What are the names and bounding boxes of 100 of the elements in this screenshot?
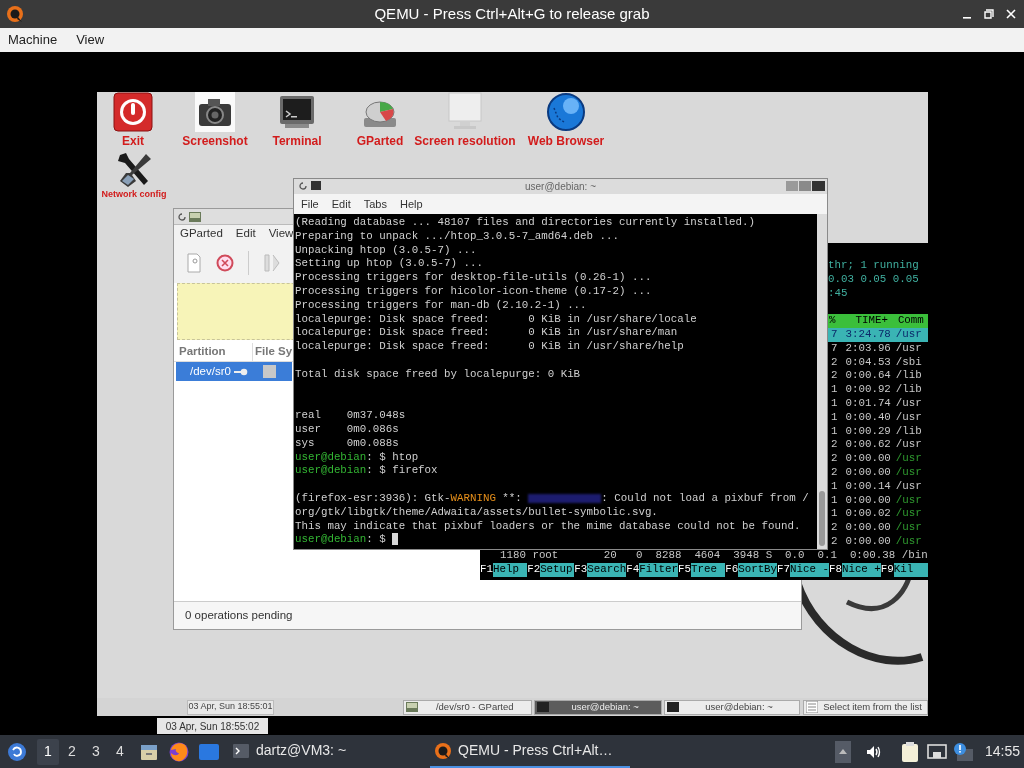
table-cell: /usr bbox=[895, 410, 922, 425]
task-button[interactable]: user@debian: ~ bbox=[663, 699, 801, 715]
menu-item[interactable]: View bbox=[268, 225, 294, 243]
table-cell: 2 bbox=[831, 452, 838, 466]
column-header[interactable]: % bbox=[829, 314, 836, 328]
task-button[interactable]: Select item from the list bbox=[803, 699, 928, 715]
menu-item[interactable]: File bbox=[301, 195, 319, 213]
load-text: :45 bbox=[828, 286, 849, 301]
function-key-button[interactable]: Nice + bbox=[841, 562, 881, 577]
camera-icon[interactable] bbox=[195, 92, 235, 132]
function-key-button[interactable]: Search bbox=[587, 562, 627, 577]
column-header[interactable]: Partition bbox=[174, 343, 253, 361]
restore-icon[interactable] bbox=[982, 7, 996, 21]
table-cell: /usr bbox=[895, 341, 922, 356]
table-cell: 1 bbox=[831, 479, 838, 494]
terminal-line: Processing triggers for hicolor-icon-theme (0.17-2) ... bbox=[295, 285, 653, 299]
globe-icon[interactable] bbox=[546, 92, 586, 132]
desktop-icon-label[interactable]: Web Browser bbox=[527, 134, 605, 148]
menu-item[interactable]: View bbox=[76, 30, 105, 50]
window-icon[interactable] bbox=[198, 742, 220, 761]
power-icon[interactable] bbox=[113, 92, 153, 132]
terminal-line: localepurge: Disk space freed: 0 KiB in /usr/share/locale bbox=[295, 312, 698, 327]
table-cell: 3:24.78 bbox=[845, 328, 891, 342]
menu-item[interactable]: Help bbox=[399, 195, 423, 213]
task-button[interactable]: /dev/sr0 - GParted bbox=[403, 699, 533, 715]
delete-icon[interactable] bbox=[216, 254, 234, 272]
desktop-icon-label[interactable]: Exit bbox=[122, 134, 144, 148]
table-cell: /usr bbox=[895, 507, 922, 522]
workspace-button[interactable]: 2 bbox=[61, 738, 83, 765]
desktop-icon-label[interactable]: Network config bbox=[101, 189, 167, 200]
workspace-button[interactable]: 4 bbox=[109, 738, 131, 765]
terminal-line: user@debian: $ bbox=[295, 533, 817, 548]
table-cell: /usr bbox=[895, 328, 922, 342]
expand-tray-icon[interactable] bbox=[834, 740, 851, 763]
table-cell: 0:00.14 bbox=[845, 479, 891, 494]
terminal-icon bbox=[232, 741, 250, 760]
terminal-line: (firefox-esr:3936): Gtk-WARNING **: : Could not load a pixbuf from / bbox=[295, 491, 810, 506]
notification-icon[interactable] bbox=[952, 741, 975, 762]
scrollbar[interactable] bbox=[817, 214, 827, 549]
load-text: thr; 1 running bbox=[828, 259, 920, 273]
menu-item[interactable]: Edit bbox=[331, 195, 351, 213]
table-cell-text: /dev/sr0 bbox=[190, 363, 231, 379]
menu-item[interactable]: Edit bbox=[235, 225, 256, 243]
table-cell: 2 bbox=[831, 355, 838, 370]
table-cell: 0:00.92 bbox=[845, 383, 891, 397]
terminal-line: sys 0m0.088s bbox=[295, 436, 400, 451]
swirl-icon bbox=[177, 211, 187, 222]
table-cell: 2 bbox=[831, 534, 838, 549]
terminal-line: user@debian: $ htop bbox=[295, 450, 420, 465]
table-row[interactable]: /dev/sr0 bbox=[176, 362, 292, 381]
table-cell: /usr bbox=[895, 534, 922, 549]
window-title: user@debian: ~ bbox=[525, 180, 596, 194]
desktop-icon-label[interactable]: Terminal bbox=[272, 134, 322, 148]
desktop-icon-label[interactable]: GParted bbox=[356, 134, 404, 148]
workspace-button[interactable]: 1 bbox=[37, 738, 59, 765]
workspace-button[interactable]: 3 bbox=[85, 738, 107, 765]
desktop-icon-label[interactable]: Screenshot bbox=[182, 134, 248, 148]
process-row[interactable]: 1180 root 20 0 8288 4604 3948 S 0.0 0.1 0:00.38 /bin bbox=[480, 548, 928, 563]
table-cell: 0:00.00 bbox=[845, 534, 891, 549]
function-key-button[interactable]: Nice - bbox=[790, 562, 829, 577]
taskbar-task[interactable]: dartz@VM3: ~ bbox=[228, 735, 351, 768]
browser-icon[interactable] bbox=[168, 740, 190, 763]
table-cell: /usr bbox=[895, 521, 922, 535]
menu-item[interactable]: Tabs bbox=[363, 195, 387, 213]
table-cell: 1 bbox=[831, 507, 838, 522]
terminal-line: Processing triggers for man-db (2.10.2-1) ... bbox=[295, 298, 588, 313]
table-cell: 0:00.40 bbox=[845, 410, 891, 425]
function-key-button[interactable]: Tree bbox=[691, 562, 726, 577]
terminal-line: Total disk space freed by localepurge: 0 KiB bbox=[295, 367, 582, 382]
column-header[interactable]: TIME+ bbox=[855, 314, 888, 328]
table-cell: 2:03.96 bbox=[845, 341, 891, 356]
desktop-icon-label[interactable]: Screen resolution bbox=[414, 134, 516, 148]
terminal-line: Processing triggers for desktop-file-utils (0.26-1) ... bbox=[295, 271, 653, 285]
window-icon bbox=[406, 702, 419, 712]
key-icon bbox=[233, 367, 248, 376]
clipboard-icon[interactable] bbox=[900, 740, 919, 763]
color-swatch bbox=[262, 365, 276, 378]
table-cell: 0:00.00 bbox=[845, 493, 891, 508]
function-key-button[interactable]: Setup bbox=[540, 562, 575, 577]
column-header[interactable]: File Sy bbox=[253, 343, 291, 361]
function-key-button[interactable]: Filter bbox=[639, 562, 679, 577]
close-icon[interactable] bbox=[1004, 7, 1018, 21]
function-key-button[interactable]: Kil bbox=[893, 562, 928, 577]
table-cell: 1 bbox=[831, 396, 838, 411]
function-key-button[interactable]: SortBy bbox=[738, 562, 778, 577]
terminal-line: Preparing to unpack .../htop_3.0.5-7_amd64.deb ... bbox=[295, 229, 620, 244]
terminal-line: Setting up htop (3.0.5-7) ... bbox=[295, 257, 484, 272]
app-icon bbox=[434, 741, 453, 760]
network-icon[interactable] bbox=[926, 742, 947, 761]
task-button[interactable]: user@debian: ~ bbox=[534, 699, 662, 715]
table-cell: 0:00.00 bbox=[845, 452, 891, 466]
menu-item[interactable]: Machine bbox=[8, 30, 58, 50]
table-cell: /lib bbox=[895, 369, 922, 384]
table-cell: 0:00.29 bbox=[845, 424, 891, 439]
terminal-icon bbox=[311, 181, 321, 190]
column-header[interactable]: Comm bbox=[897, 314, 924, 328]
terminal-icon bbox=[537, 702, 550, 712]
start-menu-icon[interactable] bbox=[7, 741, 27, 762]
menu-item[interactable]: GParted bbox=[180, 225, 223, 243]
table-cell: 1 bbox=[831, 410, 838, 425]
